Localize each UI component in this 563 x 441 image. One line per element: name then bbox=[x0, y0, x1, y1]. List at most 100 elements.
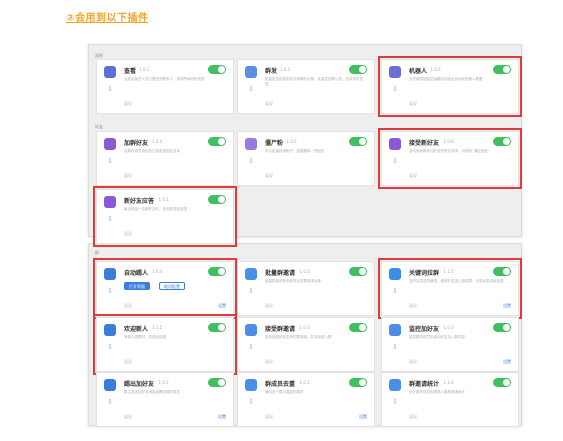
plugin-icon bbox=[245, 268, 257, 280]
enable-toggle[interactable] bbox=[208, 378, 226, 387]
plugin-version: 1.0.1 bbox=[299, 380, 310, 385]
download-icon[interactable]: ⇩ bbox=[107, 157, 113, 165]
plugin-description: 当发出某些人员已是这些联系人，将你所询问的信息 bbox=[124, 77, 205, 81]
plugin-name: 群邀请统计 bbox=[409, 381, 440, 388]
open-interface-button[interactable]: 打开界面 bbox=[124, 282, 150, 290]
plugin-card[interactable]: ⇩ 群成员去重 1.0.1 清除多个群中重复的成员 展现 设置 bbox=[237, 372, 375, 427]
plugin-name: 群发 bbox=[265, 68, 278, 75]
download-icon[interactable]: ⇩ bbox=[248, 398, 254, 406]
plugin-icon bbox=[389, 324, 401, 336]
plugin-name: 群成员去重 bbox=[265, 381, 296, 388]
plugin-card[interactable]: ⇩ 僵尸粉 1.0.2 可以批量检测帐户，批量删除一些回应 展现 bbox=[237, 131, 375, 186]
cancel-config-button[interactable]: 取消配置 bbox=[159, 282, 185, 290]
show-link[interactable]: 展现 bbox=[124, 414, 132, 420]
enable-toggle[interactable] bbox=[493, 323, 511, 332]
plugin-name: 踢出加好友 bbox=[124, 381, 155, 388]
plugin-card[interactable]: ⇩ 机器人 1.0.5 当关键词回复的话题自动给出自动化机器人看看 展现 bbox=[378, 56, 522, 117]
plugin-card[interactable]: ⇩ 踢出加好友 1.0.2 群主发送加好友消息给踢出群的成员 展现 设置 bbox=[96, 372, 234, 427]
plugin-version: 1.1.5 bbox=[443, 269, 454, 274]
plugin-card[interactable]: ⇩ 新好友应答 1.0.1 每当添加一位新好友时，自动发送欢迎语 展现 bbox=[93, 186, 237, 247]
plugin-description: 可以批量检测帐户，批量删除一些回应 bbox=[265, 149, 325, 153]
plugin-name: 接受群邀请 bbox=[265, 326, 296, 333]
plugin-card[interactable]: ⇩ 批量群邀请 1.0.2 批量群邀请到全部好友的群邀请对象 展现 bbox=[237, 261, 375, 316]
download-icon[interactable]: ⇩ bbox=[248, 343, 254, 351]
plugin-description: 批量发送信息到好友和群的对象，批量发送群公告，支持定时发送 bbox=[265, 77, 363, 86]
enable-toggle[interactable] bbox=[349, 65, 367, 74]
download-icon[interactable]: ⇩ bbox=[107, 398, 113, 406]
plugin-card[interactable]: ⇩ 自动踢人 1.0.4 打开界面 取消配置 展现 设置 bbox=[93, 258, 237, 319]
plugin-card[interactable]: ⇩ 接受群邀请 1.0.3 自动接受好友发来的群邀请，并自动进入群 展现 bbox=[237, 317, 375, 372]
plugin-description: 自动接受好友发来的群邀请，并自动进入群 bbox=[265, 335, 332, 339]
show-link[interactable]: 展现 bbox=[265, 414, 273, 420]
download-icon[interactable]: ⇩ bbox=[107, 215, 113, 223]
download-icon[interactable]: ⇩ bbox=[392, 157, 398, 165]
plugin-card[interactable]: ⇩ 群邀请统计 1.1.0 统计群内成员的邀请人数和邀请统计 展现 bbox=[381, 372, 519, 427]
plugin-version: 1.1.0 bbox=[443, 380, 454, 385]
show-link[interactable]: 展现 bbox=[409, 101, 417, 107]
enable-toggle[interactable] bbox=[349, 378, 367, 387]
plugin-card[interactable]: ⇩ 欢迎新人 1.1.5 有新人进群时，发送欢迎语 展现 bbox=[93, 314, 237, 375]
show-link[interactable]: 展现 bbox=[265, 173, 273, 179]
settings-link[interactable]: 设置 bbox=[503, 303, 511, 309]
plugin-version: 1.0.2 bbox=[158, 380, 169, 385]
enable-toggle[interactable] bbox=[349, 137, 367, 146]
show-link[interactable]: 展现 bbox=[124, 359, 132, 365]
settings-link[interactable]: 设置 bbox=[218, 414, 226, 420]
download-icon[interactable]: ⇩ bbox=[248, 157, 254, 165]
plugin-version: 1.0.1 bbox=[280, 67, 291, 72]
plugin-name: 加群好友 bbox=[124, 140, 149, 147]
plugin-card[interactable]: ⇩ 监控加好友 1.0.3 监控群内成员的自动好友加入群内容 展现 设置 bbox=[381, 317, 519, 372]
plugin-name: 监控加好友 bbox=[409, 326, 440, 333]
enable-toggle[interactable] bbox=[349, 267, 367, 276]
show-link[interactable]: 展现 bbox=[409, 173, 417, 179]
plugin-icon bbox=[104, 268, 116, 280]
download-icon[interactable]: ⇩ bbox=[107, 287, 113, 295]
show-link[interactable]: 展现 bbox=[265, 359, 273, 365]
download-icon[interactable]: ⇩ bbox=[392, 398, 398, 406]
download-icon[interactable]: ⇩ bbox=[107, 343, 113, 351]
show-link[interactable]: 展现 bbox=[124, 231, 132, 237]
show-link[interactable]: 展现 bbox=[124, 101, 132, 107]
show-link[interactable]: 展现 bbox=[124, 303, 132, 309]
plugin-icon bbox=[389, 66, 401, 78]
enable-toggle[interactable] bbox=[493, 267, 511, 276]
show-link[interactable]: 展现 bbox=[124, 173, 132, 179]
enable-toggle[interactable] bbox=[208, 323, 226, 332]
plugin-card[interactable]: ⇩ 群发 1.0.1 批量发送信息到好友和群的对象，批量发送群公告，支持定时发送 展现 bbox=[237, 59, 375, 114]
enable-toggle[interactable] bbox=[493, 137, 511, 146]
plugin-name: 关键词拉群 bbox=[409, 270, 440, 277]
plugin-card[interactable]: ⇩ 关键词拉群 1.1.5 当好友发送关键词，邀请好友进入相应群，可自动发送欢迎语 展现… bbox=[378, 258, 522, 319]
plugin-version: 1.0.1 bbox=[139, 67, 150, 72]
show-link[interactable]: 展现 bbox=[409, 303, 417, 309]
plugin-icon bbox=[104, 66, 116, 78]
plugin-card[interactable]: ⇩ 加群好友 1.0.4 当群内成员添加自己后发送好友自动 展现 bbox=[96, 131, 234, 186]
plugin-card[interactable]: ⇩ 查看 1.0.1 当发出某些人员已是这些联系人，将你所询问的信息 展现 bbox=[96, 59, 234, 114]
plugin-description: 统计群内成员的邀请人数和邀请统计 bbox=[409, 390, 465, 394]
plugin-name: 新好友应答 bbox=[124, 198, 155, 205]
enable-toggle[interactable] bbox=[208, 137, 226, 146]
plugin-description: 当关键词回复的话题自动给出自动化机器人看看 bbox=[409, 77, 483, 81]
download-icon[interactable]: ⇩ bbox=[248, 85, 254, 93]
download-icon[interactable]: ⇩ bbox=[392, 85, 398, 93]
settings-link[interactable]: 设置 bbox=[359, 414, 367, 420]
plugin-name: 僵尸粉 bbox=[265, 140, 284, 147]
plugin-version: 1.1.5 bbox=[152, 325, 163, 330]
enable-toggle[interactable] bbox=[349, 323, 367, 332]
download-icon[interactable]: ⇩ bbox=[107, 85, 113, 93]
show-link[interactable]: 展现 bbox=[409, 414, 417, 420]
download-icon[interactable]: ⇩ bbox=[248, 287, 254, 295]
enable-toggle[interactable] bbox=[208, 65, 226, 74]
enable-toggle[interactable] bbox=[493, 378, 511, 387]
show-link[interactable]: 展现 bbox=[265, 303, 273, 309]
show-link[interactable]: 展现 bbox=[409, 359, 417, 365]
plugin-icon bbox=[104, 379, 116, 391]
enable-toggle[interactable] bbox=[208, 267, 226, 276]
download-icon[interactable]: ⇩ bbox=[392, 343, 398, 351]
enable-toggle[interactable] bbox=[493, 65, 511, 74]
settings-link[interactable]: 设置 bbox=[218, 303, 226, 309]
enable-toggle[interactable] bbox=[208, 195, 226, 204]
plugin-card[interactable]: ⇩ 接受新好友 1.0.6 自动添加和你加好友的好友请求，可添加“通过验证” 展现 bbox=[378, 128, 522, 189]
download-icon[interactable]: ⇩ bbox=[392, 287, 398, 295]
show-link[interactable]: 展现 bbox=[265, 101, 273, 107]
settings-link[interactable]: 设置 bbox=[503, 359, 511, 365]
